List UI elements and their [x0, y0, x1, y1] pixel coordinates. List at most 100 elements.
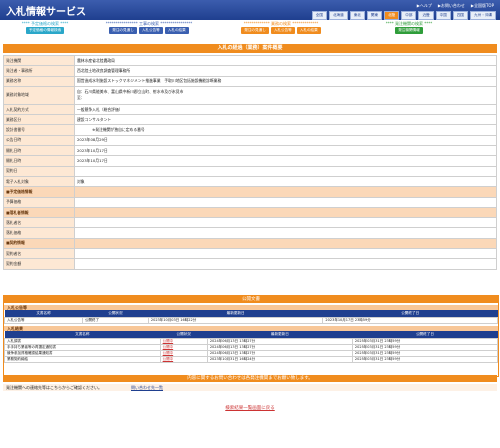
detail-row: 発注機関 農林水産省北陸農政局 [3, 54, 497, 67]
detail-value [74, 248, 497, 260]
region-tabs: 全国 北海道 東北 関東 北陸 中部 近畿 中国 四国 九州・沖縄 [311, 11, 496, 20]
page-title: 入札の経過（業務）案件概要 [3, 44, 497, 53]
detail-label: 発注機関 [3, 54, 75, 67]
detail-row: 電子入札対象 対象 [3, 175, 497, 188]
document-end: 2023年10月17日 23時59分 [322, 317, 498, 324]
document-column-header: 公開状況 [160, 331, 208, 339]
detail-value [74, 206, 497, 219]
detail-row: 業務対象地域 自：石川県能美市、富山県中新川郡立山町、射水市及び氷見市 至： [3, 85, 497, 105]
detail-value: 一般競争入札（総合評価） [74, 103, 497, 116]
detail-label: 業務区分 [3, 114, 75, 126]
contact-list-link[interactable]: 問い合わせ先一覧 [131, 385, 163, 391]
detail-value: 2023年10月17日 [74, 155, 497, 167]
public-documents-panel: 公開文書 入札公告等 文書名称 公開状況 最新更新日 公開終了日 入札公告等 公開終了 202… [3, 295, 499, 377]
region-tab[interactable]: 東北 [349, 11, 365, 20]
detail-label: 電子入札対象 [3, 175, 75, 188]
detail-label: 業務名称 [3, 75, 75, 87]
detail-value: 農林水産省北陸農政局 [74, 54, 497, 67]
region-tab[interactable]: 関東 [366, 11, 383, 20]
detail-value [74, 237, 497, 250]
detail-section-row: ■落札者情報 [3, 206, 497, 219]
detail-label: 業務対象地域 [3, 85, 75, 105]
nav-group-title: **************** 工事の検索 **************** [105, 21, 193, 26]
help-link[interactable]: ▶ヘルプ [417, 3, 432, 9]
detail-row: 発注者・事務所 西北陸土地改良調査管理事務所 [3, 65, 497, 77]
detail-value: 2023年08月29日 [74, 134, 497, 147]
region-tab[interactable]: 北陸 [384, 11, 400, 20]
detail-label: 発注者・事務所 [3, 65, 75, 77]
detail-value [74, 165, 497, 177]
detail-label: 契約者名 [3, 248, 75, 260]
national-top-link[interactable]: ▶全国版TOP [471, 3, 494, 9]
detail-row: 契約日 [3, 165, 497, 177]
document-name: 業務契約締結 [4, 356, 161, 363]
detail-row: 開札日時 2023年10月17日 [3, 145, 497, 157]
detail-row: 設計書番号 ※発注機関が独自に定める番号 [3, 124, 497, 136]
document-updated: 2023年10月31日 16時24分 [206, 356, 353, 363]
detail-section-row: ■契約情報 [3, 237, 497, 250]
nav-tab[interactable]: 発注機関情報 [395, 27, 423, 34]
detail-row: 公告日時 2023年08月29日 [3, 134, 497, 147]
nav-tab[interactable]: 発注の見通し [241, 27, 269, 34]
detail-section-row: ■予定価格情報 [3, 186, 497, 198]
document-column-header: 公開終了日 [352, 331, 498, 339]
detail-label: 入札契約方式 [3, 103, 75, 116]
detail-value: 建設コンサルタント [74, 114, 497, 126]
detail-row: 業務区分 建設コンサルタント [3, 114, 497, 126]
nav-group: **** 発注機関の検索 **** 発注機関情報 [354, 21, 464, 35]
back-to-results-link[interactable]: 検索結果一覧画面に戻る [0, 405, 500, 411]
contact-text: 発注機関への連絡先等はこちらからご確認ください。 [6, 384, 102, 390]
detail-label: 公告日時 [3, 134, 75, 147]
nav-group-title: **** 発注機関の検索 **** [385, 21, 433, 26]
region-tab[interactable]: 四国 [452, 11, 469, 20]
detail-row: 入札契約方式 一般競争入札（総合評価） [3, 103, 497, 116]
region-tab[interactable]: 中部 [401, 11, 417, 20]
document-row: 業務契約締結 公開中 2023年10月31日 16時24分 2025年03月31日 2… [4, 356, 499, 363]
nav-tab[interactable]: 入札公告等 [270, 27, 295, 34]
detail-value [74, 258, 497, 270]
document-status: 公開終了 [82, 317, 149, 324]
detail-row: 予算価格 [3, 196, 497, 208]
document-table: 文書名称 公開状況 最新更新日 公開終了日 入札公告等 公開終了 2023年10月03日 1… [4, 310, 498, 324]
document-column-header: 公開状況 [82, 310, 149, 318]
detail-row: 落札者名 [3, 217, 497, 229]
detail-value: 2023年10月17日 [74, 145, 497, 157]
detail-label: 開札日時 [3, 145, 75, 157]
nav-group: **** 予定価格の検索 **** 予定価格の情報検索 [4, 21, 86, 35]
detail-value: ※発注機関が独自に定める番号 [74, 124, 497, 136]
detail-row: 契約金額 [3, 258, 497, 270]
public-documents-title: 公開文書 [4, 296, 498, 303]
region-tab[interactable]: 近畿 [418, 11, 434, 20]
contact-link[interactable]: ▶お問い合わせ [438, 3, 465, 9]
detail-row: 開札日時 2023年10月17日 [3, 155, 497, 167]
document-status[interactable]: 公開中 [159, 356, 208, 363]
nav-tab[interactable]: 予定価格の情報検索 [25, 27, 65, 34]
detail-value: 西北陸土地改良調査管理事務所 [74, 65, 497, 77]
detail-row: 契約者名 [3, 248, 497, 260]
document-column-header: 最新更新日 [148, 310, 323, 318]
region-tab[interactable]: 九州・沖縄 [470, 11, 496, 20]
nav-tab[interactable]: 発注の見通し [109, 27, 137, 34]
nav-tab[interactable]: 入札の結果 [296, 27, 321, 34]
nav-tab[interactable]: 入札の結果 [164, 27, 189, 34]
document-row: 入札公告等 公開終了 2023年10月03日 16時22分 2023年10月17日 2… [4, 317, 498, 324]
region-tab[interactable]: 全国 [311, 11, 327, 20]
document-column-header: 最新更新日 [207, 331, 353, 339]
detail-value [74, 186, 497, 198]
detail-value [74, 227, 497, 239]
detail-value [74, 196, 497, 208]
detail-value: 自：石川県能美市、富山県中新川郡立山町、射水市及び氷見市 至： [74, 85, 497, 105]
nav-tab[interactable]: 入札公告等 [138, 27, 163, 34]
document-column-header: 公開終了日 [322, 310, 498, 318]
document-table: 文書名称 公開状況 最新更新日 公開終了日 入札調書 公開中 2024年06月13日 13時… [4, 331, 499, 363]
region-tab[interactable]: 北海道 [328, 11, 348, 20]
detail-label: 設計書番号 [3, 124, 75, 136]
site-logo[interactable]: 入札情報サービス [6, 3, 86, 18]
detail-label: 落札者名 [3, 217, 75, 229]
region-tab[interactable]: 中国 [435, 11, 451, 20]
document-name: 入札公告等 [4, 317, 83, 324]
case-detail-table: 発注機関 農林水産省北陸農政局 発注者・事務所 西北陸土地改良調査管理事務所 業務名称国… [3, 54, 497, 270]
detail-label: 落札価格 [3, 227, 75, 239]
header-bar: 入札情報サービス ▶ヘルプ ▶お問い合わせ ▶全国版TOP 全国 北海道 東北 関東北… [0, 0, 500, 20]
nav-group: ************* 業務の検索 ************* 発注の見通し入… [212, 21, 350, 35]
